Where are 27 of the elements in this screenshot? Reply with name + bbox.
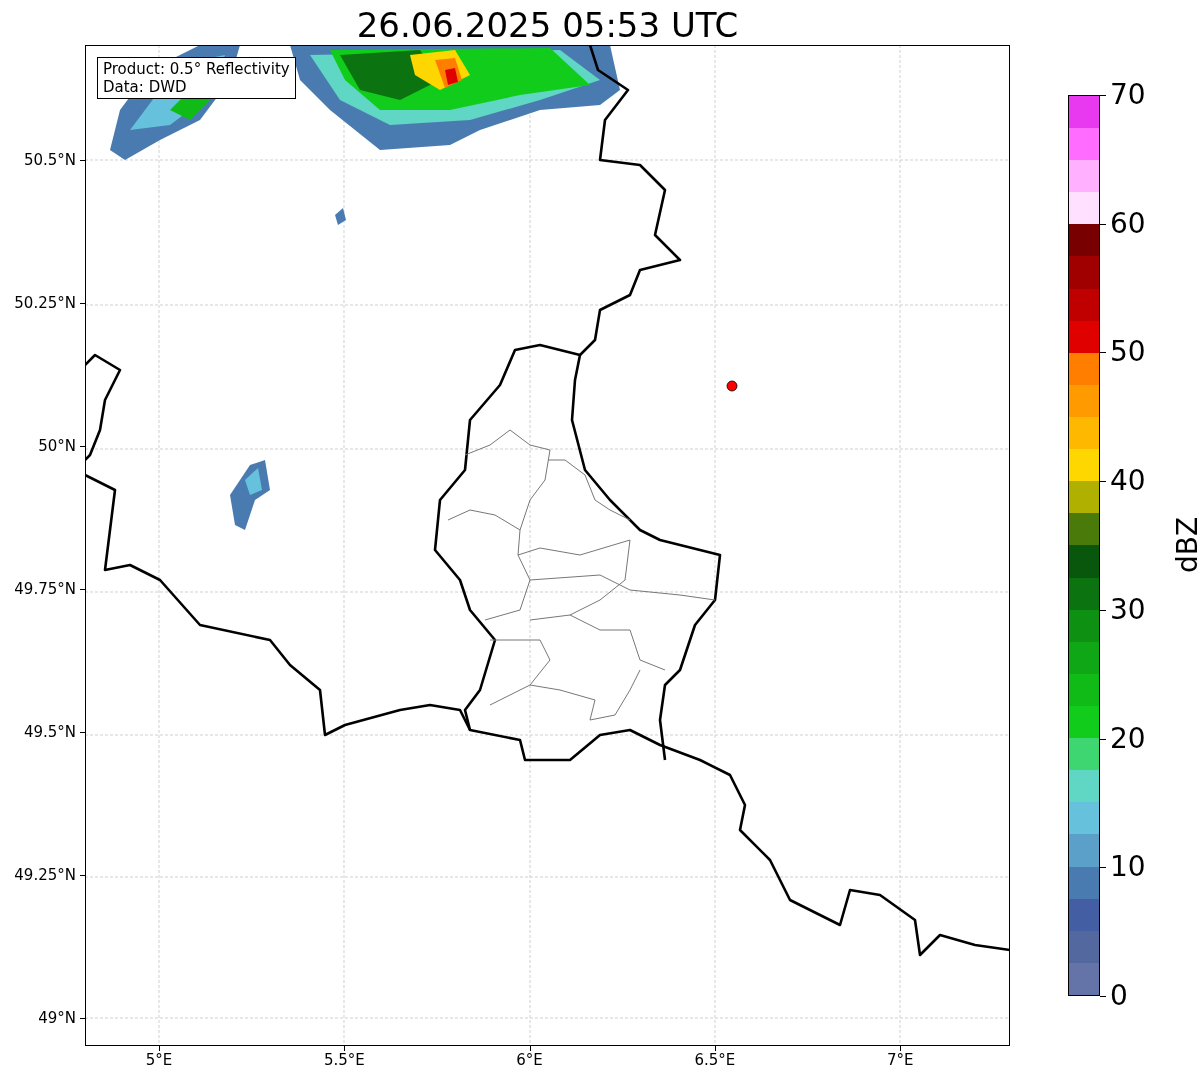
y-tick-label: 49°N <box>38 1009 76 1027</box>
y-tick-label: 49.75°N <box>14 580 76 598</box>
y-tick-label: 49.5°N <box>23 723 76 741</box>
x-tick-label: 6.5°E <box>693 1051 737 1069</box>
colorbar-tick-label: 10 <box>1110 851 1146 884</box>
colorbar-tick-label: 70 <box>1110 79 1146 111</box>
y-tick-label: 50.25°N <box>14 294 76 312</box>
y-tick-label: 49.25°N <box>14 866 76 884</box>
info-text: Data: DWD <box>103 78 188 96</box>
radar-echo <box>335 208 346 225</box>
colorbar-tick-label: 20 <box>1110 722 1146 755</box>
x-tick-label: 5.5°E <box>322 1051 366 1069</box>
x-tick-label: 5°E <box>144 1051 174 1069</box>
colorbar-tick-label: 50 <box>1110 336 1146 369</box>
colorbar-tick-label: 60 <box>1110 207 1146 240</box>
colorbar-tick-label: 30 <box>1110 593 1146 626</box>
x-tick-label: 6°E <box>515 1051 544 1069</box>
colorbar-label: dBZ <box>1171 516 1202 574</box>
y-tick-label: 50.5°N <box>23 151 76 169</box>
colorbar-tick-label: 0 <box>1110 980 1128 1012</box>
radar-echo <box>230 460 270 530</box>
x-tick-label: 7°E <box>885 1051 915 1069</box>
y-tick-label: 50°N <box>38 437 76 455</box>
chart-title: 26.06.2025 05:53 UTC <box>355 4 740 46</box>
info-text: Product: 0.5° Reflectivity <box>103 60 290 78</box>
colorbar-tick-label: 40 <box>1110 465 1146 498</box>
location-marker <box>726 380 738 392</box>
